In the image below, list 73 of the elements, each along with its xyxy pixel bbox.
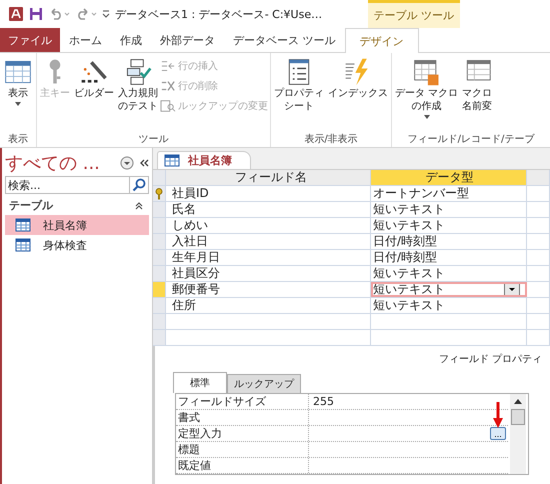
table-cell: 日付/時刻型: [371, 250, 527, 265]
table-cell: オートナンバー型: [371, 186, 527, 201]
dropdown-button[interactable]: [504, 283, 520, 296]
nav-pane-title[interactable]: すべての ...: [5, 151, 100, 175]
table-cell: 短いテキスト: [371, 298, 527, 313]
section-header[interactable]: テーブル: [9, 198, 53, 213]
property-tab[interactable]: ルックアップ: [227, 374, 301, 393]
dropdown-circle-icon[interactable]: [120, 156, 134, 170]
table-cell: 短いテキスト: [371, 218, 527, 233]
customize-caret-icon[interactable]: [102, 10, 110, 18]
ribbon-group-label: ツール: [138, 133, 170, 147]
property-value[interactable]: 255: [313, 395, 334, 408]
ribbon-tab[interactable]: データベース ツール: [224, 28, 344, 52]
ribbon-button[interactable]: 入力規則 のテスト: [116, 55, 160, 132]
ribbon-button[interactable]: データ マクロ の作成: [393, 55, 460, 132]
ribbon-group-label: 表示: [7, 132, 29, 147]
delete-rows-icon: [160, 79, 176, 93]
collapse-icon[interactable]: [139, 158, 149, 168]
ribbon-button[interactable]: プロパティ シート: [272, 55, 326, 132]
file-tab[interactable]: ファイル: [0, 28, 60, 52]
ribbon-tab[interactable]: 作成: [111, 28, 151, 52]
table-icon: [15, 218, 31, 232]
ribbon-group-label: フィールド/レコード/テーブ: [406, 132, 536, 147]
redo-icon[interactable]: [75, 8, 97, 20]
table-cell: 氏名: [166, 202, 371, 217]
ribbon-button[interactable]: ビルダー: [72, 55, 116, 132]
property-tab[interactable]: 標準: [173, 372, 227, 393]
table-cell: 社員ID: [166, 186, 371, 201]
nav-item[interactable]: 社員名簿: [5, 215, 149, 235]
table-cell: 短いテキスト: [371, 266, 527, 281]
column-header: フィールド名: [166, 170, 371, 185]
table-cell: 住所: [166, 298, 371, 313]
column-header: データ型: [371, 170, 527, 185]
table-cell: しめい: [166, 218, 371, 233]
row-selector[interactable]: [153, 186, 166, 201]
builder-button[interactable]: ...: [490, 427, 506, 440]
table-cell: 社員区分: [166, 266, 371, 281]
collapse-up-icon[interactable]: [135, 202, 143, 210]
property-name: 既定値: [176, 458, 309, 473]
table-cell: 短いテキスト: [371, 202, 527, 217]
context-tab-header: テーブル ツール: [368, 0, 460, 28]
ribbon-button[interactable]: マクロ 名前変: [460, 55, 494, 132]
ribbon-tab[interactable]: ホーム: [60, 28, 111, 52]
table-cell: 生年月日: [166, 250, 371, 265]
field-properties-title: フィールド プロパティ: [438, 352, 543, 367]
table-cell: 日付/時刻型: [371, 234, 527, 249]
document-tab[interactable]: 社員名簿: [157, 151, 251, 169]
ribbon-button[interactable]: インデックス: [326, 55, 390, 132]
lookup-icon: [160, 99, 176, 113]
table-cell: 短いテキスト: [371, 282, 527, 297]
insert-rows-icon: [160, 59, 176, 73]
app-logo-icon: [8, 6, 24, 22]
search-field[interactable]: 検索...: [5, 176, 129, 194]
scrollbar[interactable]: [510, 394, 526, 474]
property-name: フィールドサイズ: [176, 394, 309, 409]
ribbon-button[interactable]: 表示: [1, 55, 35, 132]
nav-item[interactable]: 身体検査: [5, 235, 149, 255]
scroll-thumb[interactable]: [511, 409, 525, 425]
table-cell: 郵便番号: [166, 282, 371, 297]
table-icon: [15, 238, 31, 252]
down-arrow-icon: [493, 402, 503, 428]
search-icon[interactable]: [129, 176, 149, 194]
scroll-up-icon[interactable]: [514, 399, 522, 404]
table-cell: 入社日: [166, 234, 371, 249]
table-icon: [164, 154, 180, 167]
property-name: 書式: [176, 410, 309, 425]
ribbon-tab[interactable]: デザイン: [344, 28, 418, 53]
window-title: データベース1 : データベース- C:¥Use…: [115, 6, 322, 22]
ribbon-group-label: 表示/非表示: [303, 132, 359, 147]
key-icon: [155, 188, 163, 200]
property-name: 定型入力: [176, 426, 309, 441]
property-name: 標題: [176, 442, 309, 457]
ribbon-tab[interactable]: 外部データ: [151, 28, 224, 52]
